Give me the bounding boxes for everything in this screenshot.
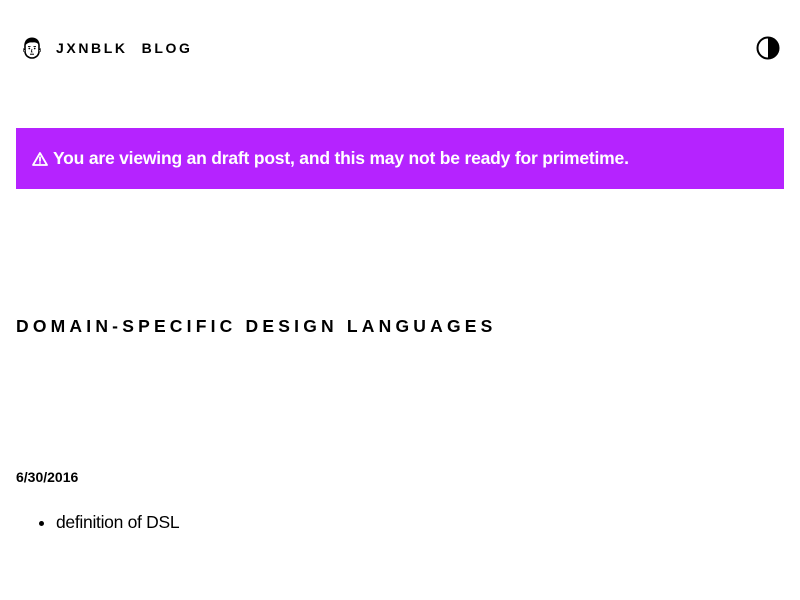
post-title: DOMAIN-SPECIFIC DESIGN LANGUAGES (16, 316, 497, 336)
warning-triangle-icon (32, 151, 48, 167)
post-date: 6/30/2016 (16, 469, 79, 485)
contrast-half-circle-icon (756, 36, 780, 60)
theme-toggle-button[interactable] (756, 36, 780, 60)
face-avatar-icon (23, 37, 41, 59)
header-left: JXNBLK BLOG (16, 28, 206, 68)
list-item: definition of DSL (56, 509, 180, 535)
avatar[interactable] (16, 28, 48, 68)
nav-link-home[interactable]: JXNBLK (56, 40, 128, 56)
draft-warning-banner: You are viewing an draft post, and this … (16, 128, 784, 189)
nav-link-blog[interactable]: BLOG (142, 40, 193, 56)
draft-warning-text: You are viewing an draft post, and this … (53, 148, 629, 168)
post-content-list: definition of DSL (16, 509, 180, 535)
site-header: JXNBLK BLOG (16, 28, 784, 68)
